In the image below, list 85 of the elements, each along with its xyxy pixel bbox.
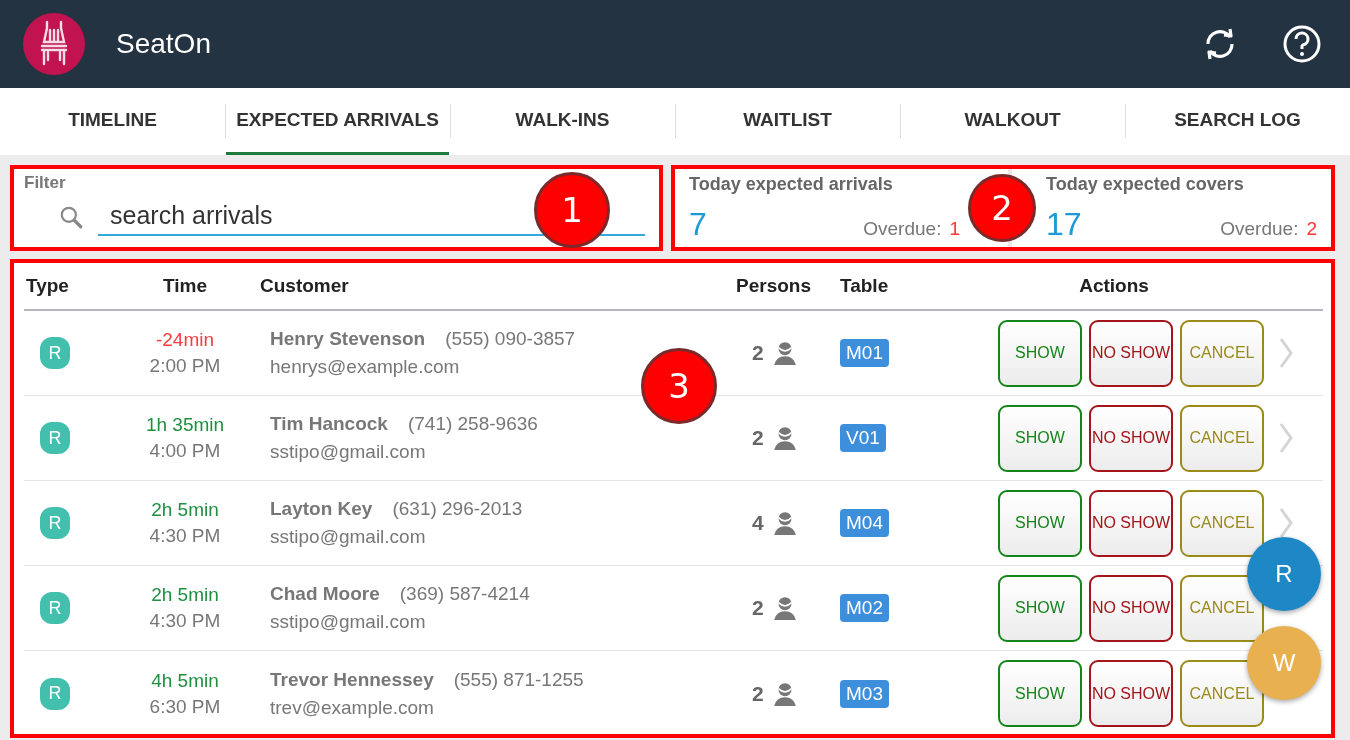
time-delta: 4h 5min xyxy=(151,669,219,692)
person-icon xyxy=(771,510,798,536)
type-badge: R xyxy=(40,507,70,539)
column-header: Table xyxy=(840,275,890,297)
tab[interactable]: WALK-INS xyxy=(451,88,674,155)
customer-phone: (631) 296-2013 xyxy=(392,498,523,520)
stat-value: 17 xyxy=(1046,206,1082,243)
stat-label: Today expected arrivals xyxy=(689,174,894,195)
column-header: Customer xyxy=(260,275,350,297)
reservation-time: 2:00 PM xyxy=(149,355,221,377)
customer-email: henrys@example.com xyxy=(270,356,461,378)
table-tag: M02 xyxy=(840,594,889,622)
person-icon xyxy=(771,340,798,366)
type-badge: R xyxy=(40,422,70,454)
customer-name: Henry Stevenson xyxy=(270,328,426,350)
action-button[interactable]: NO SHOW xyxy=(1089,574,1173,642)
help-icon[interactable] xyxy=(1282,24,1322,64)
action-button[interactable]: SHOW xyxy=(998,319,1082,387)
reservation-time: 4:00 PM xyxy=(149,440,221,462)
customer-name: Chad Moore xyxy=(270,583,380,605)
type-badge: R xyxy=(40,592,70,624)
tab[interactable]: WAITLIST xyxy=(676,88,899,155)
action-button[interactable]: NO SHOW xyxy=(1089,404,1173,472)
action-button[interactable]: CANCEL xyxy=(1180,319,1264,387)
column-header: Persons xyxy=(736,275,812,297)
action-button[interactable]: SHOW xyxy=(998,574,1082,642)
persons-count: 2 xyxy=(752,596,764,620)
customer-phone: (369) 587-4214 xyxy=(399,583,530,605)
chevron-icon[interactable] xyxy=(1279,507,1293,539)
action-button[interactable]: CANCEL xyxy=(1180,404,1264,472)
table-tag: M01 xyxy=(840,339,889,367)
action-button[interactable]: NO SHOW xyxy=(1089,319,1173,387)
person-icon xyxy=(771,425,798,451)
persons-count: 2 xyxy=(752,681,764,706)
table-tag: V01 xyxy=(840,424,886,452)
person-icon xyxy=(771,595,798,621)
action-button[interactable]: SHOW xyxy=(998,489,1082,557)
customer-email: trev@example.com xyxy=(270,696,435,719)
customer-name: Layton Key xyxy=(270,498,373,520)
column-header: Actions xyxy=(1078,275,1150,297)
reservation-time: 6:30 PM xyxy=(149,695,221,718)
type-badge: R xyxy=(40,337,70,369)
overdue-count: 1 xyxy=(949,218,960,240)
stat-value: 7 xyxy=(689,206,707,243)
customer-phone: (555) 090-3857 xyxy=(445,328,576,350)
action-button[interactable]: SHOW xyxy=(998,660,1082,727)
action-button[interactable]: NO SHOW xyxy=(1089,660,1173,727)
filter-label: Filter xyxy=(24,173,67,193)
action-button[interactable]: SHOW xyxy=(998,404,1082,472)
customer-phone: (741) 258-9636 xyxy=(407,413,538,435)
table-tag: M04 xyxy=(840,509,889,537)
overdue-label: Overdue: xyxy=(863,218,942,240)
tab[interactable]: SEARCH LOG xyxy=(1126,88,1349,155)
overdue-label: Overdue: xyxy=(1220,218,1299,240)
column-header: Type xyxy=(25,275,70,297)
action-button[interactable]: CANCEL xyxy=(1180,489,1264,557)
customer-phone: (555) 871-1255 xyxy=(453,668,584,691)
action-button[interactable]: CANCEL xyxy=(1180,574,1264,642)
column-header: Time xyxy=(162,275,208,297)
action-button[interactable]: NO SHOW xyxy=(1089,489,1173,557)
tab[interactable]: EXPECTED ARRIVALS xyxy=(226,88,449,155)
persons-count: 4 xyxy=(752,511,764,535)
chair-logo-icon xyxy=(22,12,86,76)
time-delta: 2h 5min xyxy=(151,584,219,606)
stat-label: Today expected covers xyxy=(1046,174,1245,195)
overdue-count: 2 xyxy=(1306,218,1317,240)
time-delta: 2h 5min xyxy=(151,499,219,521)
type-badge: R xyxy=(40,677,70,710)
persons-count: 2 xyxy=(752,341,764,365)
customer-name: Trevor Hennessey xyxy=(270,668,434,691)
customer-name: Tim Hancock xyxy=(270,413,388,435)
tab[interactable]: TIMELINE xyxy=(1,88,224,155)
person-icon xyxy=(771,680,798,707)
table-tag: M03 xyxy=(840,679,889,708)
reservation-time: 4:30 PM xyxy=(149,610,221,632)
customer-email: sstipo@gmail.com xyxy=(270,611,427,633)
reservation-time: 4:30 PM xyxy=(149,525,221,547)
persons-count: 2 xyxy=(752,426,764,450)
app-title: SeatOn xyxy=(116,28,211,60)
time-delta: -24min xyxy=(155,329,215,351)
tab[interactable]: WALKOUT xyxy=(901,88,1124,155)
customer-email: sstipo@gmail.com xyxy=(270,441,427,463)
customer-email: sstipo@gmail.com xyxy=(270,526,427,548)
action-button[interactable]: CANCEL xyxy=(1180,660,1264,727)
time-delta: 1h 35min xyxy=(145,414,225,436)
